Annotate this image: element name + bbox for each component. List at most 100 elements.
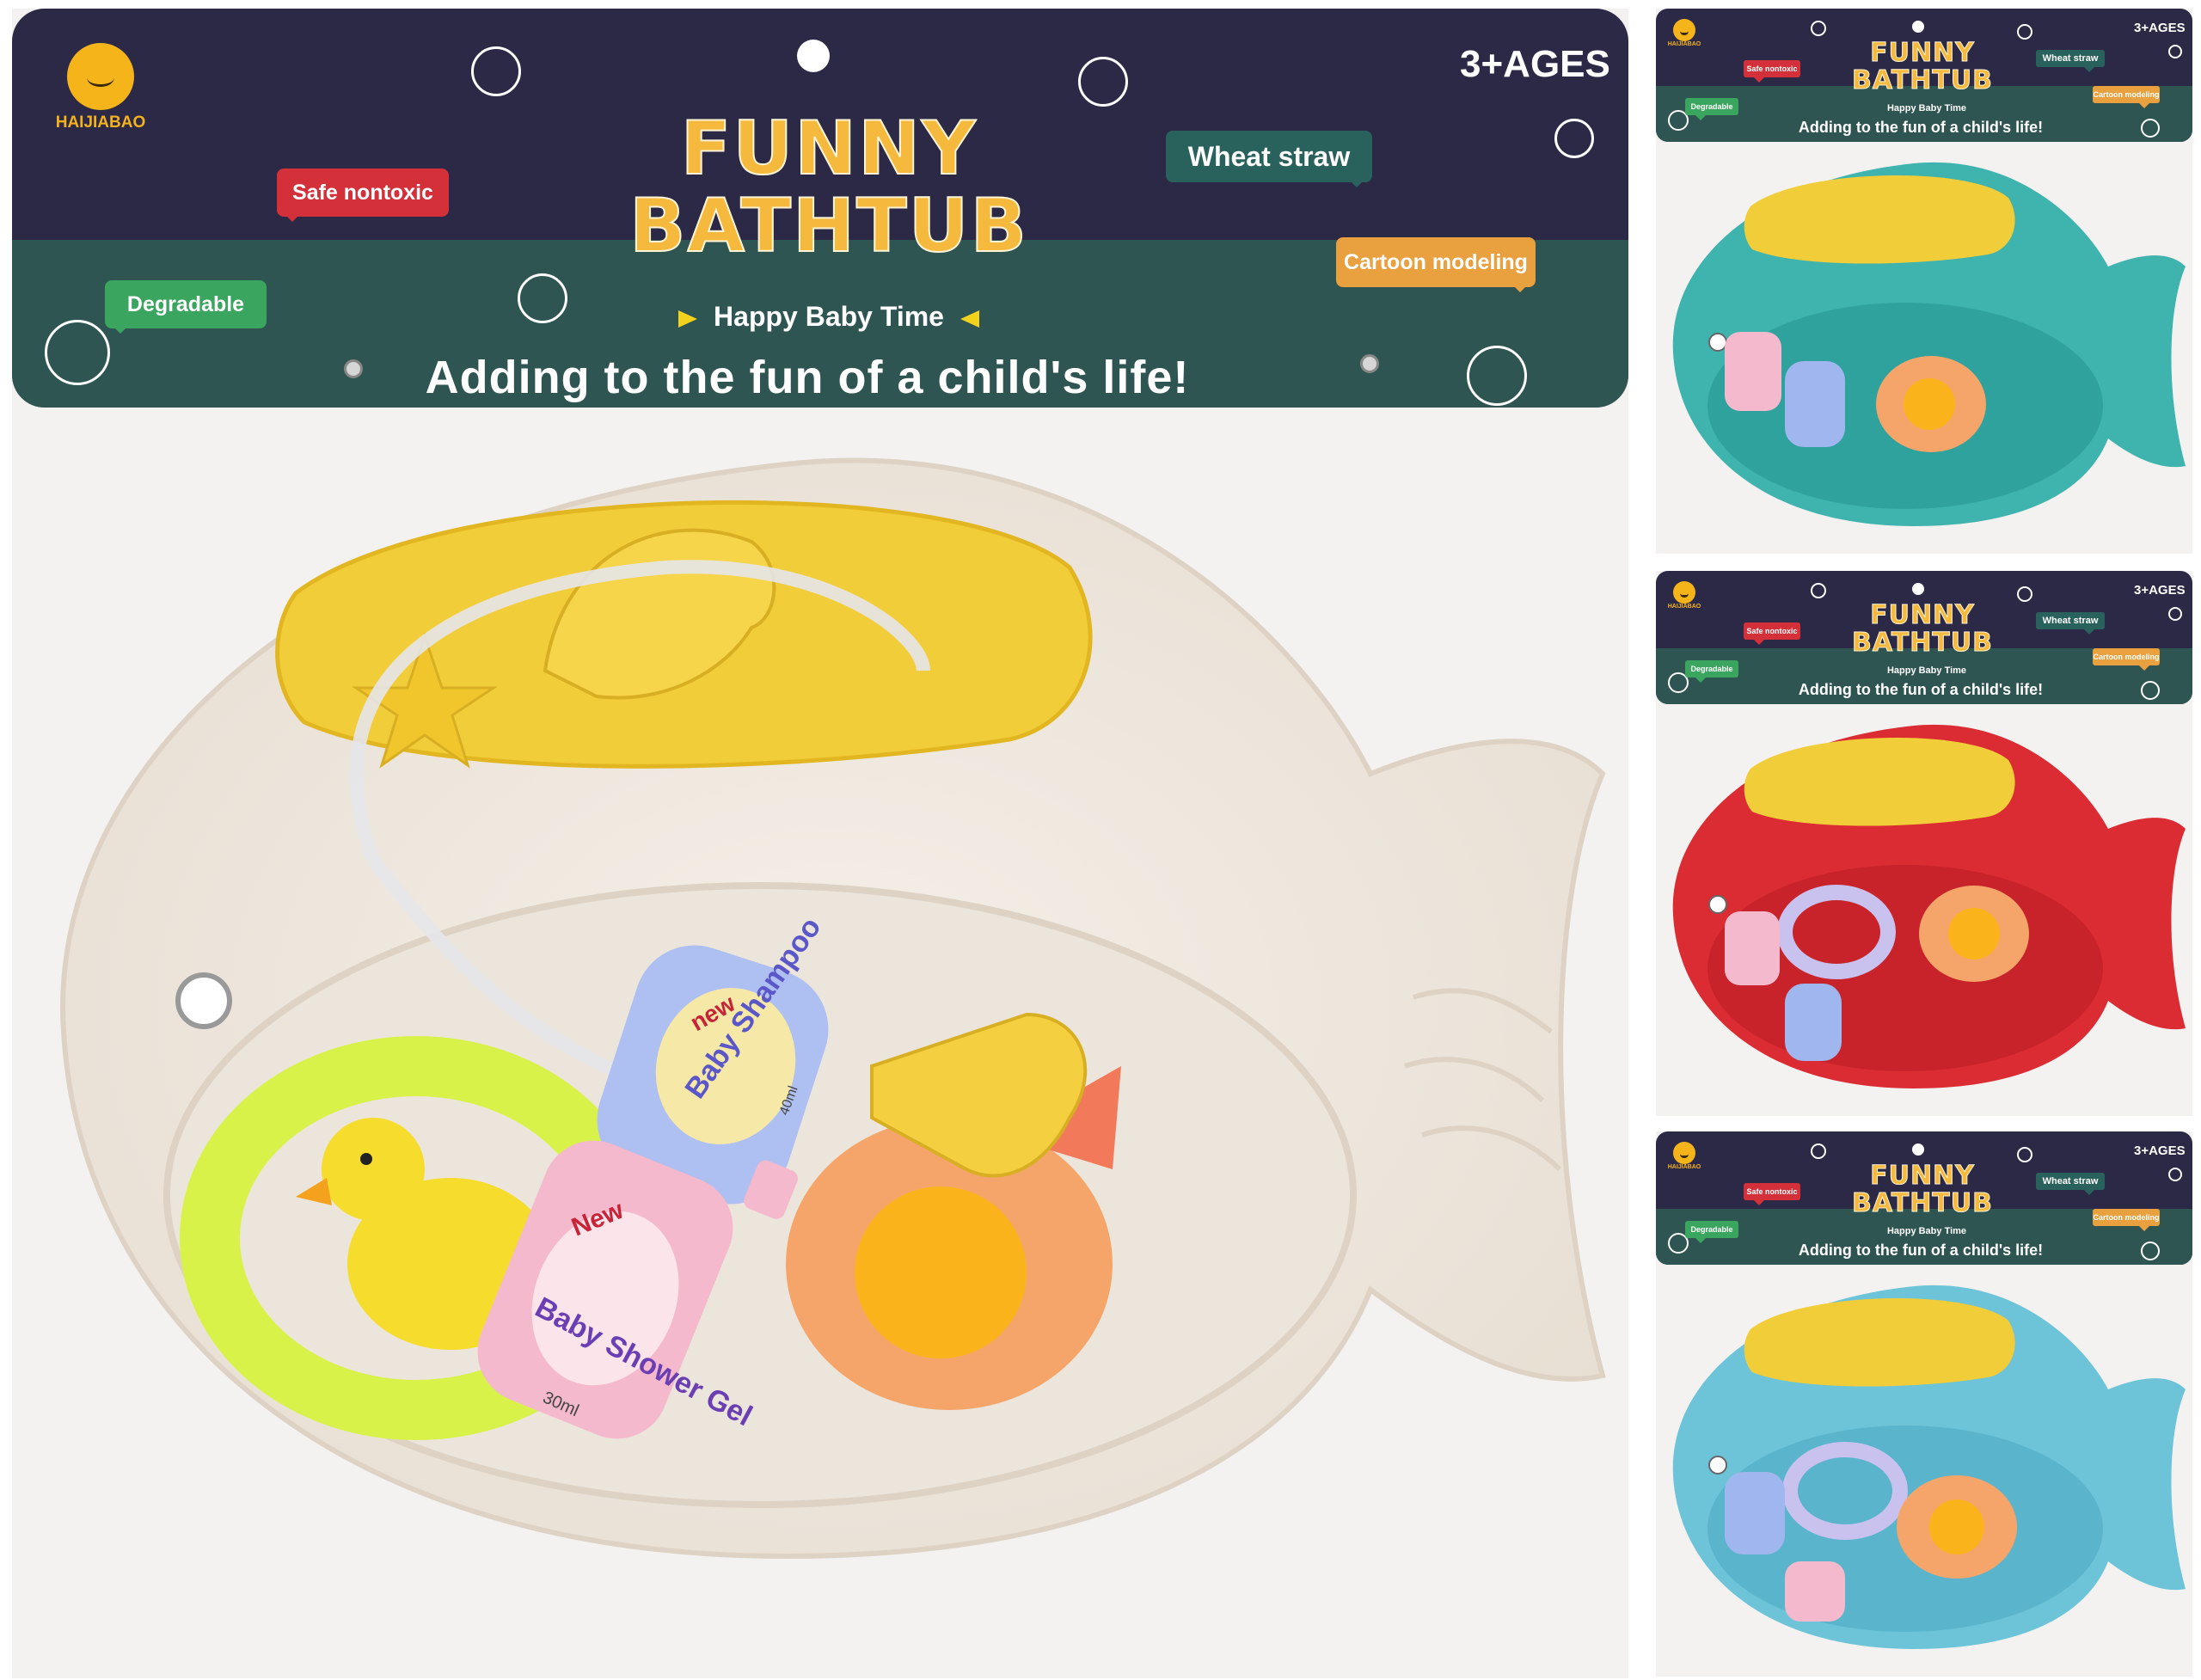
bubble-decoration	[2141, 1242, 2160, 1260]
tag-wheat-straw: Wheat straw	[2036, 612, 2105, 635]
package-header-card: HAIJIABAO FUNNY BATHTUB 3+AGES Safe nont…	[12, 9, 1628, 408]
product-title: FUNNY BATHTUB	[1841, 1162, 2004, 1217]
bubble-decoration	[1811, 583, 1826, 598]
variant-thumbnail-blue: HAIJIABAO FUNNY BATHTUB 3+AGES Safe nont…	[1656, 1131, 2192, 1677]
bubble-decoration	[2168, 45, 2182, 58]
tagline: Happy Baby Time	[1886, 1226, 1967, 1236]
bathtub-toy-set: new Baby Shampoo 40ml New Baby Shower Ge…	[60, 457, 1606, 1560]
slogan: Adding to the fun of a child's life!	[1798, 1242, 2044, 1259]
arrow-left-icon	[959, 310, 979, 328]
bubble-decoration	[1554, 119, 1594, 158]
yellow-dolphin-panel	[1744, 1298, 2015, 1387]
tag-safe-nontoxic: Safe nontoxic	[1744, 622, 1800, 645]
brand-name: HAIJIABAO	[1667, 1164, 1701, 1170]
bubble-decoration	[1467, 346, 1527, 406]
bubble-decoration	[518, 273, 567, 323]
tag-safe-nontoxic: Safe nontoxic	[1744, 60, 1800, 83]
rubber-duck-icon	[1904, 378, 1955, 430]
brand-name: HAIJIABAO	[55, 113, 146, 132]
age-label: 3+AGES	[1460, 43, 1610, 85]
bubble-decoration	[2017, 24, 2032, 40]
title-line-1: FUNNY	[1870, 600, 1975, 630]
bubble-decoration	[2168, 607, 2182, 621]
tag-wheat-straw: Wheat straw	[2036, 1173, 2105, 1195]
hang-hole	[1912, 1144, 1924, 1156]
age-label: 3+AGES	[2134, 583, 2186, 598]
tagline: Happy Baby Time	[648, 301, 1009, 333]
logo-mascot-icon	[1673, 19, 1695, 41]
arrow-right-icon	[678, 310, 698, 328]
shampoo-bottle-icon	[1725, 1472, 1785, 1554]
slogan: Adding to the fun of a child's life!	[1798, 119, 2044, 136]
tag-degradable: Degradable	[1685, 660, 1738, 683]
tag-cartoon-modeling: Cartoon modeling	[2093, 86, 2160, 108]
tag-wheat-straw: Wheat straw	[1166, 131, 1372, 187]
brand-name: HAIJIABAO	[1667, 41, 1701, 47]
title-line-1: FUNNY	[1870, 1161, 1975, 1191]
package-header-card: HAIJIABAO FUNNY BATHTUB 3+AGES Safe nont…	[1656, 1131, 2192, 1265]
slogan: Adding to the fun of a child's life!	[1798, 681, 2044, 698]
bubble-decoration	[2141, 681, 2160, 700]
product-title: FUNNY BATHTUB	[1841, 602, 2004, 656]
brand-logo: HAIJIABAO	[1665, 1142, 1704, 1170]
logo-mascot-icon	[1673, 581, 1695, 604]
tag-degradable: Degradable	[1685, 98, 1738, 120]
tag-cartoon-modeling: Cartoon modeling	[1336, 237, 1536, 292]
shower-gel-bottle-icon	[1725, 911, 1780, 985]
brand-logo: HAIJIABAO	[45, 43, 156, 132]
tag-safe-nontoxic: Safe nontoxic	[277, 169, 449, 222]
shampoo-bottle-icon	[1785, 361, 1845, 447]
tagline: Happy Baby Time	[1886, 665, 1967, 676]
tag-degradable: Degradable	[1685, 1221, 1738, 1243]
fish-eye	[1708, 1456, 1727, 1475]
tag-wheat-straw: Wheat straw	[2036, 50, 2105, 72]
brand-name: HAIJIABAO	[1667, 604, 1701, 610]
age-label: 3+AGES	[2134, 1144, 2186, 1158]
hang-hole	[1912, 583, 1924, 595]
variant-thumbnail-red: HAIJIABAO FUNNY BATHTUB 3+AGES Safe nont…	[1656, 571, 2192, 1116]
yellow-dolphin-panel	[1744, 738, 2015, 826]
fish-eye	[1708, 895, 1727, 914]
hang-hole	[797, 40, 830, 72]
logo-mascot-icon	[67, 43, 134, 110]
age-label: 3+AGES	[2134, 21, 2186, 35]
bathtub-toy-set	[1672, 1285, 2186, 1649]
rivet	[1360, 354, 1379, 373]
yellow-dolphin-panel	[1744, 175, 2015, 264]
title-line-1: FUNNY	[680, 106, 978, 192]
package-header-card: HAIJIABAO FUNNY BATHTUB 3+AGES Safe nont…	[1656, 571, 2192, 704]
tag-cartoon-modeling: Cartoon modeling	[2093, 648, 2160, 671]
bubble-decoration	[1078, 57, 1128, 107]
bubble-decoration	[45, 320, 110, 385]
bathtub-toy-set	[1672, 724, 2186, 1088]
title-line-2: BATHTUB	[628, 183, 1029, 270]
bubble-decoration	[2017, 1147, 2032, 1162]
fish-eye	[175, 972, 232, 1029]
shampoo-bottle-icon	[1785, 984, 1842, 1061]
title-line-2: BATHTUB	[1851, 1187, 1994, 1218]
bubble-decoration	[1811, 21, 1826, 36]
bubble-decoration	[2141, 119, 2160, 138]
rivet	[344, 359, 363, 378]
bathtub-toy-set	[1672, 162, 2186, 527]
product-title: FUNNY BATHTUB	[614, 106, 1044, 270]
brand-logo: HAIJIABAO	[1665, 19, 1704, 47]
bubble-decoration	[2168, 1168, 2182, 1181]
tagline: Happy Baby Time	[1886, 103, 1967, 113]
brand-logo: HAIJIABAO	[1665, 581, 1704, 610]
hang-hole	[1912, 21, 1924, 33]
title-line-2: BATHTUB	[1851, 627, 1994, 658]
rubber-duck-icon	[1948, 908, 2000, 960]
logo-mascot-icon	[1673, 1142, 1695, 1164]
tag-safe-nontoxic: Safe nontoxic	[1744, 1183, 1800, 1205]
tag-cartoon-modeling: Cartoon modeling	[2093, 1209, 2160, 1231]
variant-thumbnail-teal: HAIJIABAO FUNNY BATHTUB 3+AGES Safe nont…	[1656, 9, 2192, 554]
tagline-text: Happy Baby Time	[714, 301, 944, 332]
bubble-decoration	[471, 46, 521, 96]
shower-gel-bottle-icon	[1725, 332, 1781, 411]
product-title: FUNNY BATHTUB	[1841, 40, 2004, 94]
bubble-decoration	[1811, 1144, 1826, 1159]
shower-gel-bottle-icon	[1785, 1561, 1845, 1622]
package-header-card: HAIJIABAO FUNNY BATHTUB 3+AGES Safe nont…	[1656, 9, 2192, 142]
tag-degradable: Degradable	[105, 280, 267, 334]
